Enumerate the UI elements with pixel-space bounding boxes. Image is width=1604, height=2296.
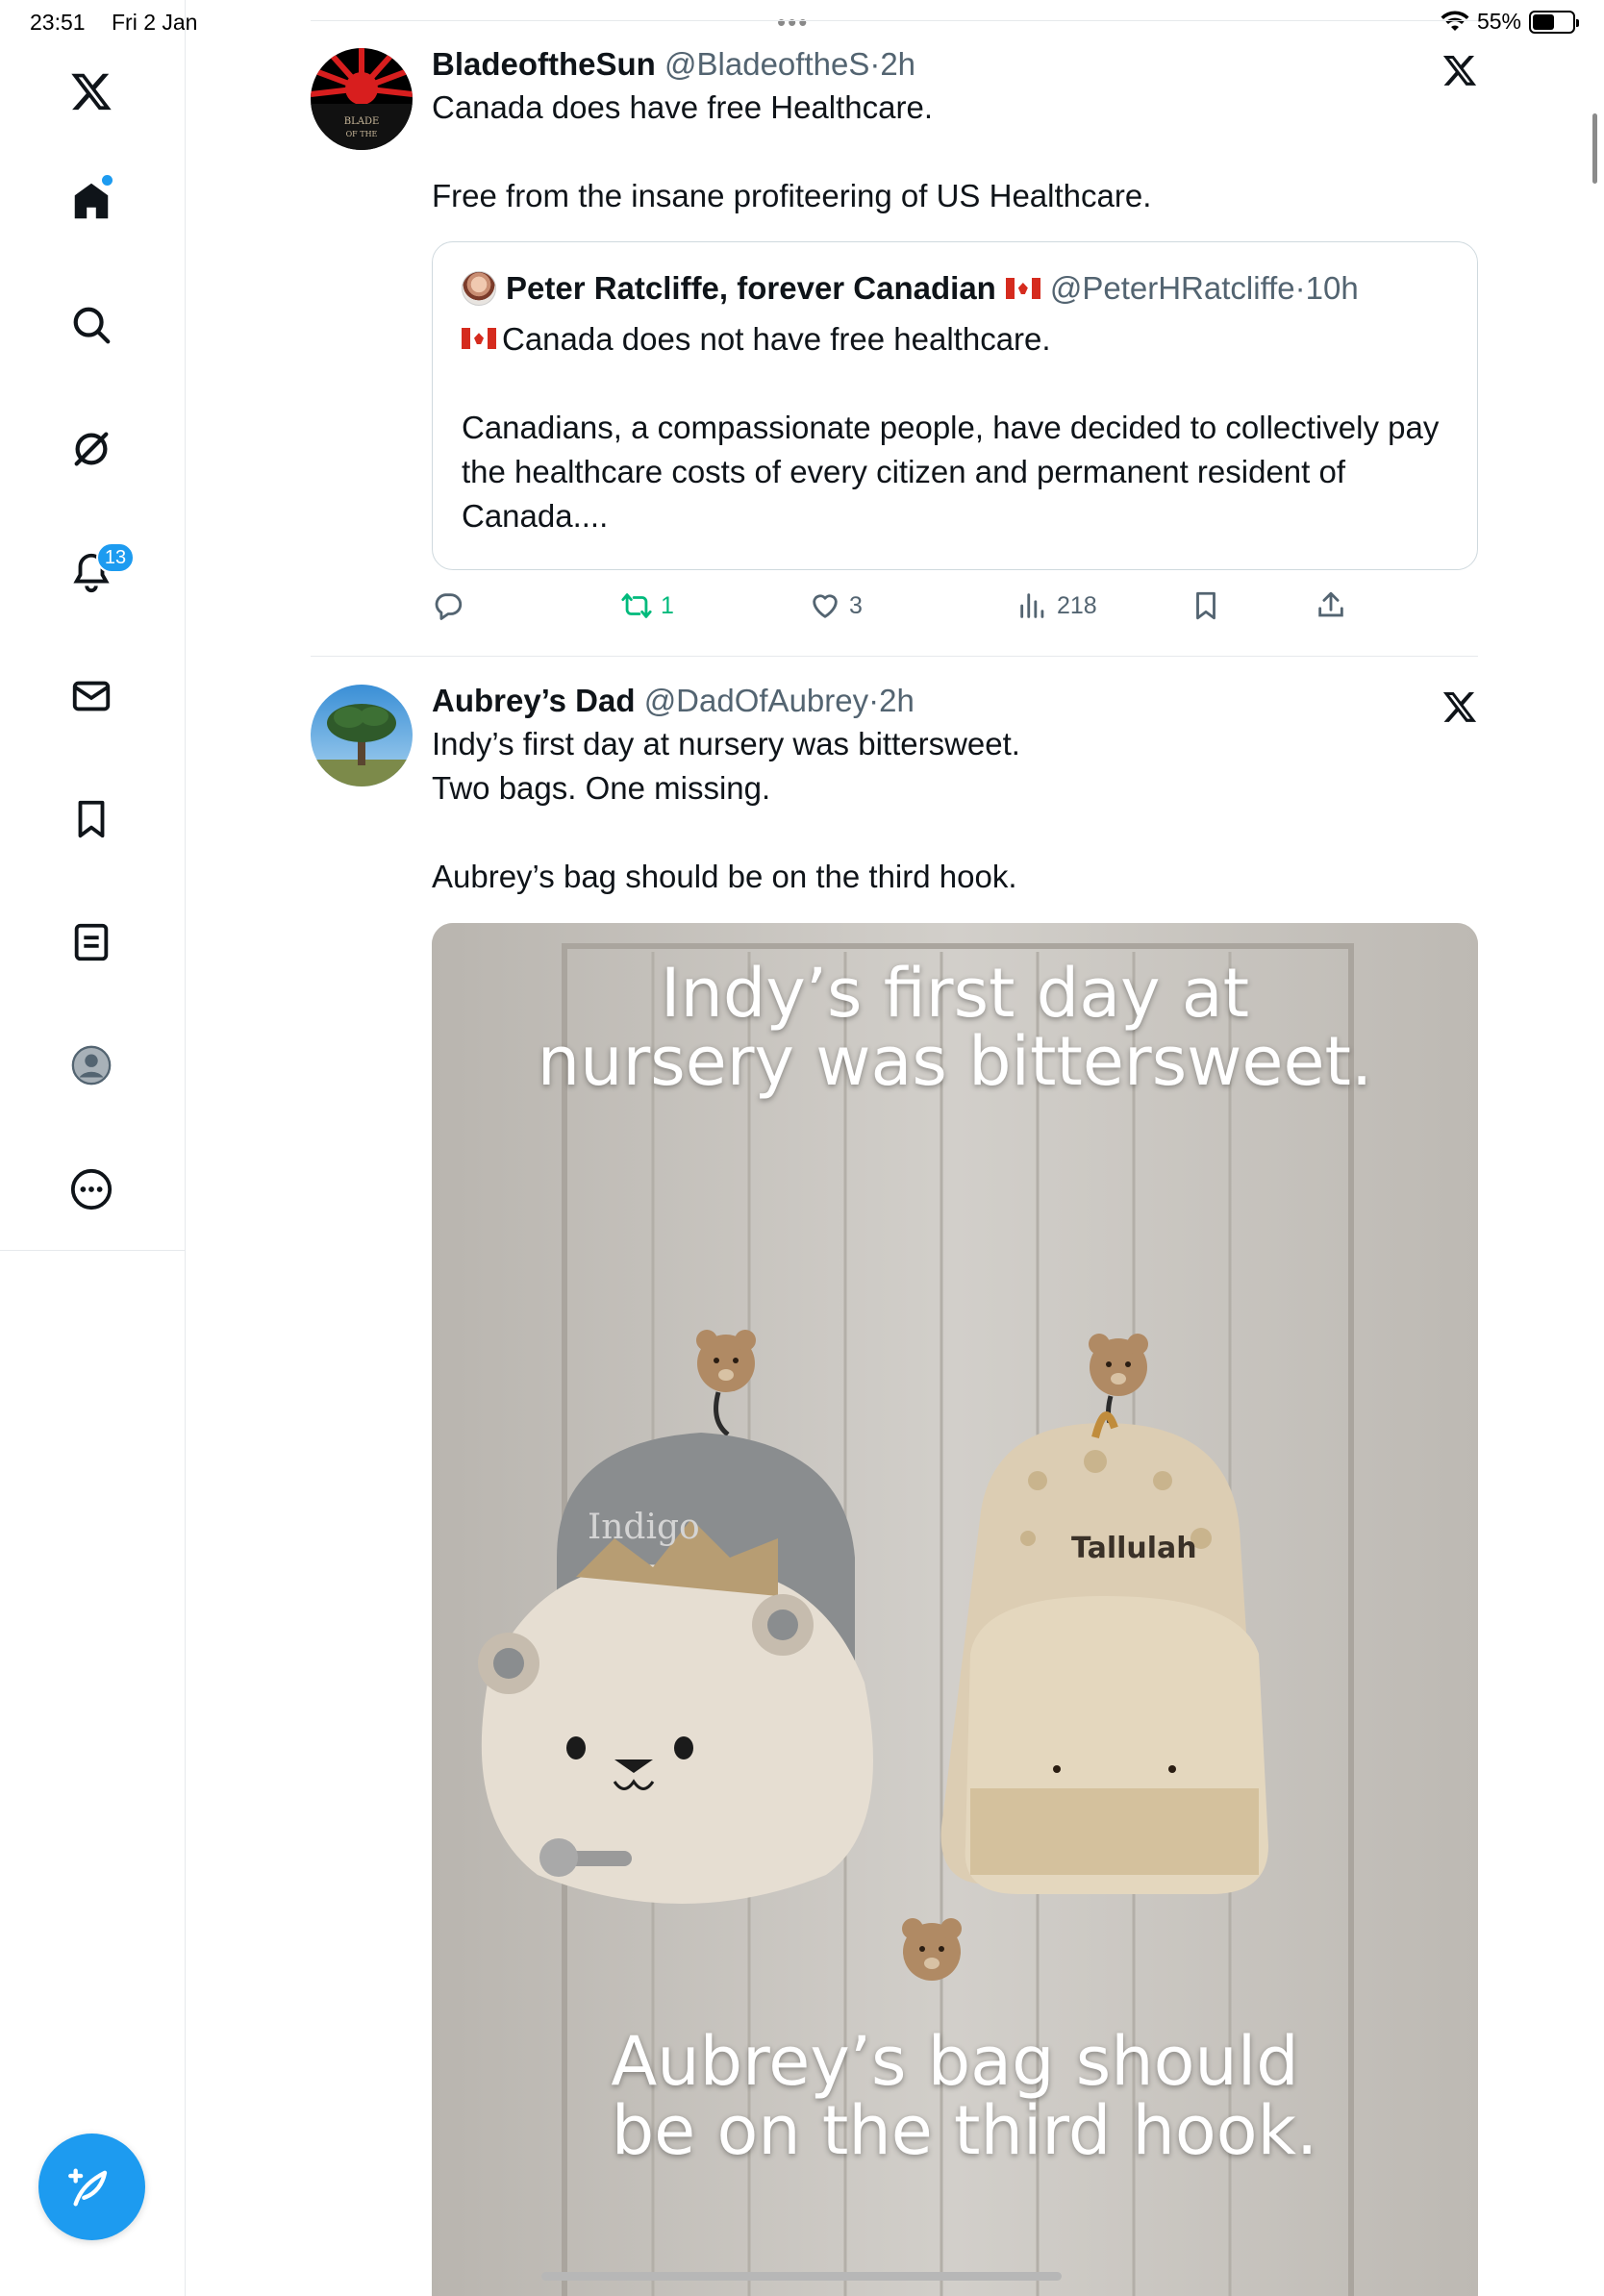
list-icon[interactable] — [63, 914, 119, 970]
status-right: 55% — [1441, 9, 1579, 35]
retweet-icon — [621, 593, 652, 618]
views-icon — [1020, 593, 1044, 618]
media-caption-bottom-2: be on the third hook. — [611, 2091, 1318, 2170]
battery-percent: 55% — [1476, 9, 1521, 34]
reply-icon — [435, 593, 463, 620]
handle[interactable]: @DadOfAubrey — [644, 683, 868, 718]
x-logo-icon[interactable] — [63, 63, 119, 119]
separator: · — [869, 46, 881, 82]
handle[interactable]: @BladeoftheS — [664, 46, 869, 82]
quote-handle: @PeterHRatcliffe — [1049, 270, 1295, 306]
canada-flag-icon — [1005, 278, 1040, 299]
views-button[interactable]: 218 — [1016, 589, 1097, 622]
svg-text:OF THE: OF THE — [346, 130, 378, 138]
quoted-tweet[interactable]: Peter Ratcliffe, forever Canadian @Peter… — [432, 241, 1478, 570]
sidebar-divider — [0, 1250, 186, 1251]
timestamp[interactable]: 2h — [879, 683, 915, 718]
quote-separator: · — [1294, 270, 1306, 306]
battery-level — [1533, 13, 1554, 30]
profile-icon[interactable] — [63, 1037, 119, 1093]
timestamp[interactable]: 2h — [880, 46, 915, 82]
home-unread-dot — [102, 175, 113, 186]
notification-badge: 13 — [96, 542, 135, 573]
more-icon[interactable] — [63, 1161, 119, 1217]
grok-x-icon[interactable] — [1441, 688, 1478, 725]
share-icon — [1318, 591, 1343, 617]
grok-icon[interactable] — [63, 421, 119, 477]
canada-flag-icon — [462, 328, 496, 350]
tweet-header: BladeoftheSun @BladeoftheS·2h — [432, 44, 1478, 85]
tweet-header: Aubrey’s Dad @DadOfAubrey·2h — [432, 681, 1478, 721]
tweet-text: Canada does have free Healthcare. Free f… — [432, 89, 1152, 213]
compose-button[interactable] — [38, 2134, 145, 2240]
display-name[interactable]: BladeoftheSun — [432, 46, 656, 82]
scrollbar[interactable] — [1592, 113, 1597, 184]
tweet-actions: 1 3 218 — [432, 589, 1357, 628]
view-count: 218 — [1057, 591, 1097, 619]
avatar[interactable]: BLADE OF THE — [311, 48, 413, 150]
tweet-image[interactable]: Indigo Tallulah Indy’s first day at nurs… — [432, 923, 1478, 2296]
like-button[interactable]: 3 — [809, 589, 863, 622]
bookmark-icon — [1196, 591, 1216, 620]
search-icon[interactable] — [63, 297, 119, 353]
avatar[interactable] — [311, 685, 413, 786]
sidebar: 13 — [0, 0, 186, 2296]
quote-avatar — [462, 271, 496, 306]
wifi-icon — [1441, 10, 1469, 31]
display-name[interactable]: Aubrey’s Dad — [432, 683, 636, 718]
bag-left-label: Indigo — [588, 1508, 700, 1547]
heart-icon — [813, 594, 838, 618]
retweet-count: 1 — [661, 591, 674, 619]
tweet-divider — [311, 656, 1478, 657]
svg-text:BLADE: BLADE — [344, 116, 380, 127]
compose-icon — [67, 2168, 107, 2206]
media-caption-top-2: nursery was bittersweet. — [537, 1022, 1373, 1101]
mail-icon[interactable] — [63, 668, 119, 724]
quote-timestamp: 10h — [1305, 270, 1359, 306]
share-button[interactable] — [1315, 589, 1347, 622]
tweet-text: Indy’s first day at nursery was bittersw… — [432, 726, 1020, 894]
quote-display-name: Peter Ratcliffe, forever Canadian — [506, 270, 996, 306]
like-count: 3 — [849, 591, 863, 619]
quote-text-body: Canada does not have free healthcare. Ca… — [462, 321, 1440, 534]
separator: · — [868, 683, 880, 718]
home-indicator[interactable] — [541, 2272, 1062, 2281]
quote-header: Peter Ratcliffe, forever Canadian @Peter… — [462, 269, 1359, 308]
bookmark-icon[interactable] — [63, 791, 119, 847]
bookmark-button[interactable] — [1190, 589, 1222, 622]
grok-x-icon[interactable] — [1441, 52, 1478, 88]
status-bar: 23:51 Fri 2 Jan ••• 55% — [0, 0, 1604, 44]
battery-icon — [1529, 10, 1579, 34]
bag-right-label: Tallulah — [1071, 1532, 1197, 1565]
multitasking-dots[interactable]: ••• — [777, 8, 809, 37]
retweet-button[interactable]: 1 — [620, 589, 674, 622]
feed-top-divider — [311, 20, 1478, 21]
reply-button[interactable] — [432, 589, 472, 622]
quote-text: Canada does not have free healthcare. Ca… — [462, 317, 1448, 538]
